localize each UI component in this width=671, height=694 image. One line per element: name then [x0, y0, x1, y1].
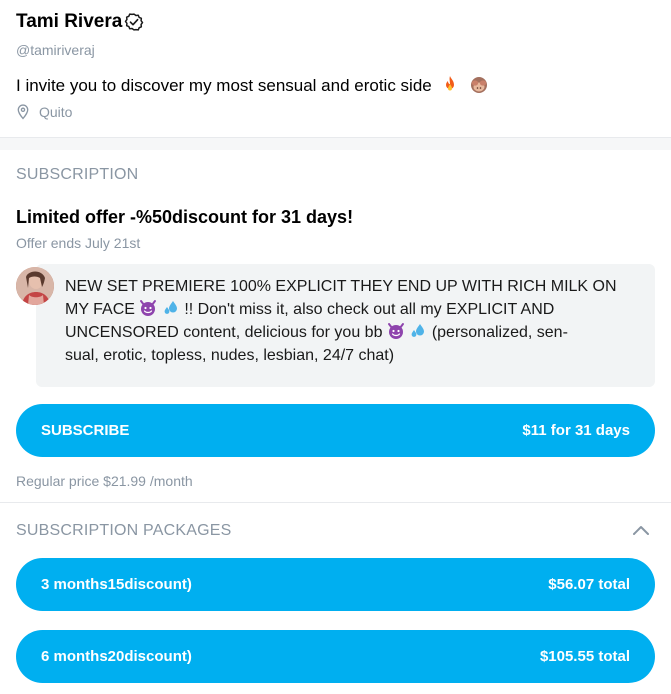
promo-message-line: (personalized, sen- — [431, 324, 568, 341]
subscription-section-title: SUBSCRIPTION — [16, 166, 139, 183]
package-6-months-button[interactable]: 6 months20discount) $105.55 total — [16, 630, 655, 683]
profile-name-row: Tami Rivera — [16, 10, 144, 34]
sweat-droplets-emoji-icon — [164, 301, 177, 314]
promo-message-line: MY FACE — [65, 301, 135, 318]
subscribe-button-label: SUBSCRIBE — [41, 422, 130, 439]
profile-location-text: Quito — [39, 104, 73, 120]
promo-message-text: NEW SET PREMIERE 100% EXPLICIT THEY END … — [65, 275, 645, 367]
subscribe-button[interactable]: SUBSCRIBE $11 for 31 days — [16, 404, 655, 457]
profile-handle[interactable]: @tamiriveraj — [16, 42, 95, 58]
see-no-evil-monkey-emoji-icon — [471, 77, 488, 93]
profile-location: Quito — [16, 104, 72, 120]
fire-emoji-icon — [446, 76, 455, 91]
avatar[interactable] — [16, 267, 54, 305]
profile-bio-text: I invite you to discover my most sensual… — [16, 76, 432, 95]
subscribe-button-price: $11 for 31 days — [522, 422, 630, 439]
promo-message-line: sual, erotic, topless, nudes, lesbian, 2… — [65, 347, 395, 364]
package-label: 6 months20discount) — [41, 648, 192, 665]
packages-section-title[interactable]: SUBSCRIPTION PACKAGES — [16, 522, 232, 540]
package-price: $105.55 total — [539, 648, 630, 665]
promo-message-line: UNCENSORED content, delicious for you bb — [65, 324, 383, 341]
sweat-droplets-emoji-icon — [411, 324, 425, 337]
chevron-up-icon[interactable] — [630, 520, 652, 542]
profile-name[interactable]: Tami Rivera — [16, 10, 122, 34]
regular-price-text: Regular price $21.99 /month — [16, 473, 193, 489]
promo-message-line: !! Don't miss it, also check out all my … — [184, 301, 555, 318]
smiling-devil-emoji-icon — [387, 323, 404, 339]
promo-message-line: NEW SET PREMIERE 100% EXPLICIT THEY END … — [65, 278, 617, 295]
offer-title: Limited offer -%50discount for 31 days! — [16, 207, 354, 227]
section-gap — [0, 138, 671, 150]
verified-badge-icon — [125, 13, 144, 31]
smiling-devil-emoji-icon — [140, 300, 157, 316]
offer-ends-text: Offer ends July 21st — [16, 235, 141, 251]
package-price: $56.07 total — [548, 576, 630, 593]
section-divider — [0, 502, 671, 503]
package-label: 3 months15discount) — [41, 576, 192, 593]
map-pin-icon — [17, 104, 29, 120]
package-3-months-button[interactable]: 3 months15discount) $56.07 total — [16, 558, 655, 611]
avatar-image — [16, 267, 54, 305]
profile-bio: I invite you to discover my most sensual… — [16, 75, 489, 97]
